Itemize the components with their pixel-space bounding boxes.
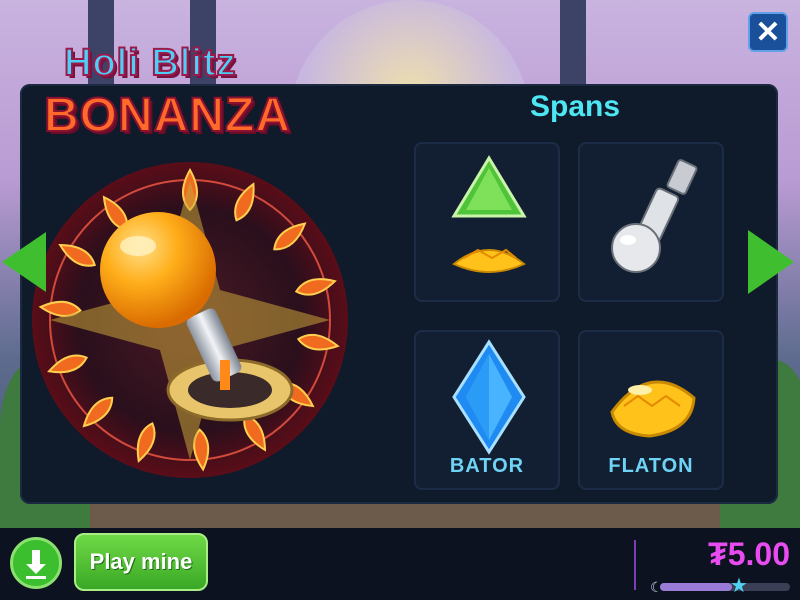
close-button[interactable]: ✕ — [748, 12, 788, 52]
background-pillar — [560, 0, 586, 90]
span-card[interactable] — [414, 142, 560, 302]
close-icon: ✕ — [755, 15, 781, 49]
pin-ball-highlight — [120, 236, 156, 256]
pin-ball — [100, 212, 216, 328]
gold-nugget-icon — [610, 380, 696, 438]
logo-line-1: Holi Blitz — [63, 41, 237, 85]
bottom-divider — [634, 540, 636, 590]
silver-pin-icon — [611, 159, 698, 273]
star-icon: ★ — [730, 575, 748, 597]
spans-title: Spans — [529, 90, 621, 123]
progress-bar — [660, 583, 790, 591]
blue-diamond-icon — [452, 339, 526, 455]
download-button[interactable] — [10, 537, 62, 589]
span-card[interactable]: BATOR — [414, 330, 560, 490]
previous-arrow-icon[interactable] — [2, 232, 46, 292]
span-card[interactable]: FLATON — [578, 330, 724, 490]
span-label-bator: BATOR — [449, 455, 525, 477]
pin-tip — [220, 360, 230, 390]
logo-line-2: BONANZA — [43, 88, 291, 143]
spinner-wheel-illustration — [32, 162, 348, 478]
progress-fill — [660, 583, 732, 591]
game-logo: Holi Blitz BONANZA — [43, 41, 304, 162]
green-gem-gold-nugget-icon — [451, 155, 527, 273]
span-label-flaton: FLATON — [608, 455, 694, 477]
download-icon — [26, 550, 46, 579]
play-mine-button[interactable]: Play mine — [74, 533, 208, 591]
span-card[interactable] — [578, 142, 724, 302]
balance-display: ₮5.00 — [708, 536, 790, 572]
next-arrow-icon[interactable] — [748, 230, 794, 294]
